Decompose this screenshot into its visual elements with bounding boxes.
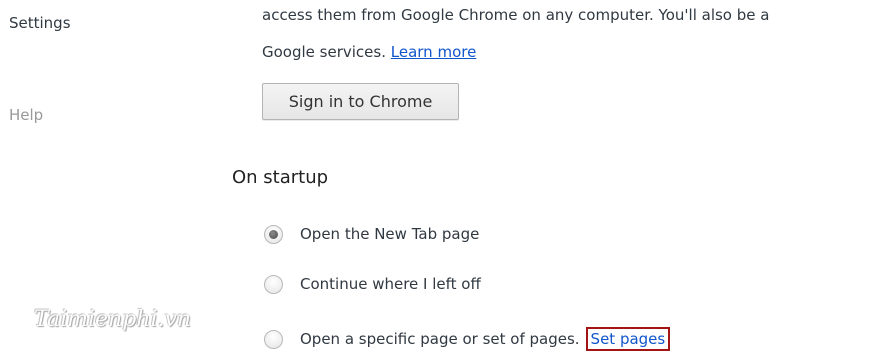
learn-more-link[interactable]: Learn more [391, 43, 477, 61]
startup-option-label: Open a specific page or set of pages. [300, 330, 580, 348]
watermark-logo: Taimienphi.vn [34, 307, 192, 332]
set-pages-link[interactable]: Set pages [585, 327, 671, 351]
sidebar-item-settings[interactable]: Settings [9, 14, 71, 32]
radio-button-selected[interactable] [264, 224, 283, 244]
sidebar-item-help[interactable]: Help [9, 106, 43, 124]
startup-option-new-tab[interactable]: Open the New Tab page [264, 222, 479, 246]
sign-in-description-text: Google services. [262, 43, 386, 61]
startup-option-label: Open the New Tab page [300, 225, 480, 243]
startup-option-label: Continue where I left off [300, 275, 481, 293]
startup-option-continue[interactable]: Continue where I left off [264, 272, 481, 296]
startup-option-specific-pages[interactable]: Open a specific page or set of pages. Se… [264, 327, 671, 351]
radio-dot-icon [269, 229, 278, 239]
sign-in-description-line1: access them from Google Chrome on any co… [262, 6, 770, 24]
on-startup-title: On startup [232, 167, 329, 188]
sign-in-description-line2: Google services. Learn more [262, 43, 476, 61]
radio-button[interactable] [264, 329, 283, 349]
sign-in-to-chrome-button[interactable]: Sign in to Chrome [262, 83, 459, 120]
radio-button[interactable] [264, 274, 283, 294]
